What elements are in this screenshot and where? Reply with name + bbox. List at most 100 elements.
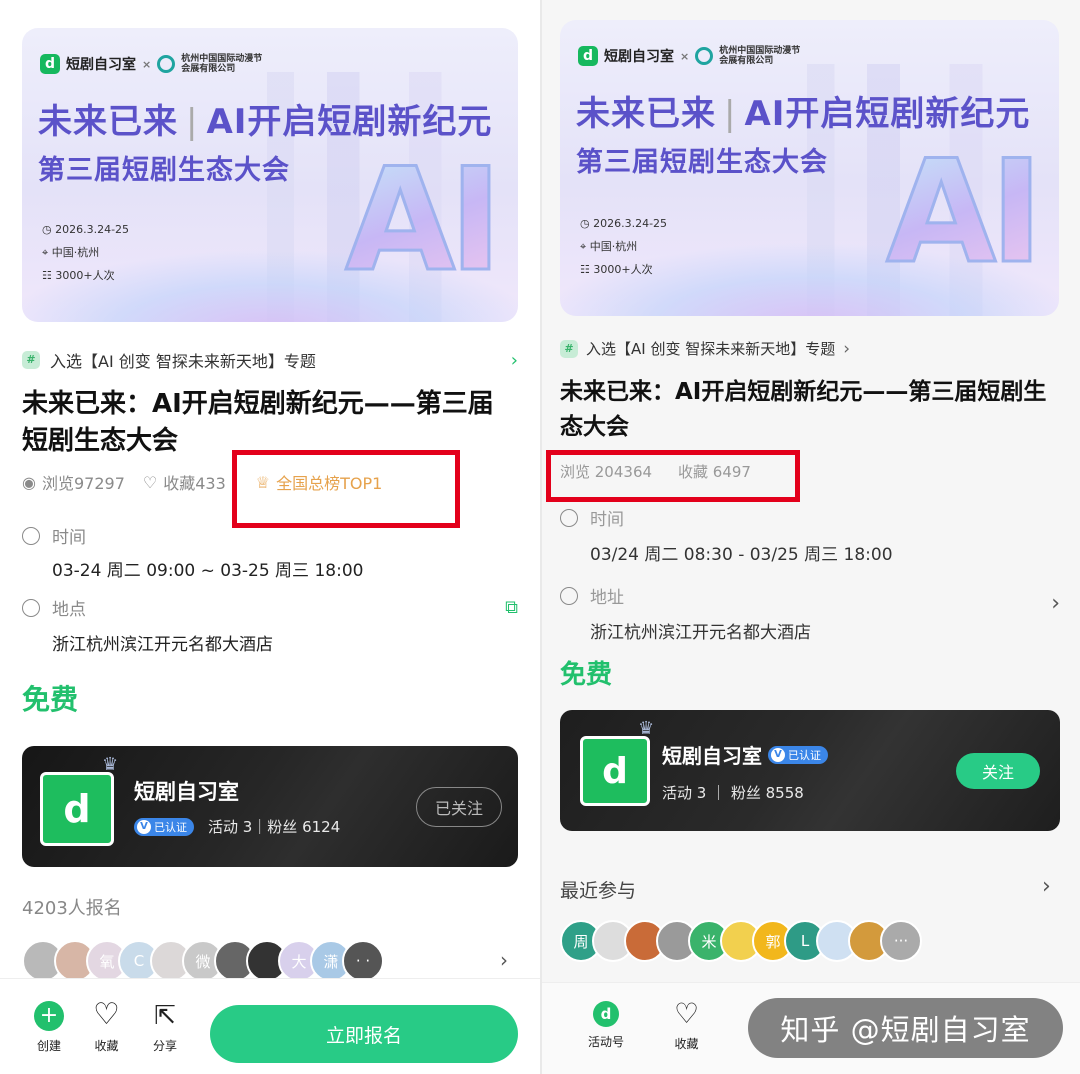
organizer-stats-row: V 已认证 活动 3｜粉丝 6124 xyxy=(134,816,340,837)
avatar[interactable]: ··· xyxy=(880,920,922,962)
heart-outline-icon: ♡ xyxy=(674,997,700,1030)
favorite-button[interactable]: ♡ 收藏 xyxy=(674,999,699,1052)
partner-logo-icon xyxy=(695,47,714,65)
address-value: 浙江杭州滨江开元名都大酒店 xyxy=(590,623,811,643)
verified-check-icon: V xyxy=(137,819,151,834)
favorite-button[interactable]: ♡ 收藏 xyxy=(93,999,120,1054)
chevron-right-icon: › xyxy=(1051,591,1060,616)
chevron-right-icon[interactable]: › xyxy=(500,948,508,972)
share-icon: ⇱ xyxy=(154,1001,176,1031)
crown-icon: ♛ xyxy=(102,754,119,775)
signup-count: 4203人报名 xyxy=(22,898,122,919)
people-icon: ☷ xyxy=(580,263,590,276)
banner-ai-3d-text: AI xyxy=(344,138,504,303)
create-label: 创建 xyxy=(36,1039,61,1053)
brand-logo-text: 短剧自习室 xyxy=(66,57,136,73)
highlight-box xyxy=(232,450,460,528)
left-screenshot: d 短剧自习室 × 杭州中国国际动漫节 会展有限公司 未来已来 | AI开启短剧新纪元… xyxy=(0,0,540,1074)
topic-link[interactable]: # 入选【AI 创变 智探未来新天地】专题 › xyxy=(22,348,518,372)
topic-text: 入选【AI 创变 智探未来新天地】专题 xyxy=(50,352,316,371)
share-button[interactable]: ⇱ 分享 xyxy=(153,1001,177,1054)
participant-avatars[interactable]: 周米郭 L ··· xyxy=(560,920,922,962)
clock-icon xyxy=(560,508,578,527)
plus-circle-icon: + xyxy=(34,1001,64,1031)
topic-icon: # xyxy=(560,339,578,358)
time-value: 03-24 周二 09:00 ~ 03-25 周三 18:00 xyxy=(52,561,364,581)
cross-mark: × xyxy=(680,49,690,63)
event-banner[interactable]: d 短剧自习室 × 杭州中国国际动漫节 会展有限公司 未来已来 | AI开启短剧新纪元… xyxy=(560,20,1059,316)
chevron-right-icon[interactable]: › xyxy=(1042,874,1051,899)
topic-text: 入选【AI 创变 智探未来新天地】专题 xyxy=(586,340,836,358)
zhihu-watermark: 知乎 @短剧自习室 xyxy=(748,998,1063,1058)
address-section[interactable]: 地址 浙江杭州滨江开元名都大酒店 › xyxy=(560,583,1060,643)
clock-icon: ◷ xyxy=(580,217,590,230)
location-pin-icon xyxy=(22,598,40,617)
time-value: 03/24 周二 08:30 - 03/25 周三 18:00 xyxy=(590,545,893,565)
organizer-card[interactable]: d ♛ 短剧自习室 V 已认证 活动 3 ｜ 粉丝 8558 关注 xyxy=(560,710,1060,831)
time-section: 时间 03-24 周二 09:00 ~ 03-25 周三 18:00 xyxy=(22,523,363,581)
eye-icon: ◉ xyxy=(22,472,36,492)
organizer-stats: 活动 3 ｜ 粉丝 8558 xyxy=(662,784,804,802)
attendee-avatars[interactable]: 氧 C 微大潇 · · xyxy=(22,940,384,982)
banner-ai-3d-text: AI xyxy=(885,130,1045,295)
recent-participants-label: 最近参与 xyxy=(560,880,637,902)
time-label: 时间 xyxy=(590,510,624,530)
time-section: 时间 03/24 周二 08:30 - 03/25 周三 18:00 xyxy=(560,505,893,565)
organizer-card[interactable]: d ♛ 短剧自习室 V 已认证 活动 3｜粉丝 6124 已关注 xyxy=(22,746,518,867)
cross-mark: × xyxy=(142,57,152,71)
crown-icon: ♛ xyxy=(638,718,655,739)
partner-name: 杭州中国国际动漫节 会展有限公司 xyxy=(181,54,263,74)
partner-logo-icon xyxy=(157,55,176,73)
topic-link[interactable]: # 入选【AI 创变 智探未来新天地】专题 › xyxy=(560,338,850,359)
pin-icon: ⌖ xyxy=(580,240,587,253)
follow-button[interactable]: 关注 xyxy=(956,753,1040,789)
chevron-right-icon: › xyxy=(843,338,851,359)
banner-title: 未来已来 | AI开启短剧新纪元 xyxy=(576,94,1031,134)
share-label: 分享 xyxy=(153,1039,178,1053)
clock-icon: ◷ xyxy=(42,223,52,236)
activity-logo-icon: d xyxy=(593,1001,619,1027)
topic-icon: # xyxy=(22,351,40,369)
highlight-box xyxy=(546,450,800,502)
banner-info: ◷ 2026.3.24-25 ⌖ 中国·杭州 ☷ 3000+人次 xyxy=(580,217,668,276)
place-value: 浙江杭州滨江开元名都大酒店 xyxy=(52,635,273,655)
place-section[interactable]: 地点 浙江杭州滨江开元名都大酒店 ⧉ xyxy=(22,595,518,655)
favorite-label: 收藏 xyxy=(94,1039,119,1053)
banner-logos: d 短剧自习室 × 杭州中国国际动漫节 会展有限公司 xyxy=(578,46,800,66)
activity-account-label: 活动号 xyxy=(588,1035,625,1049)
right-screenshot: d 短剧自习室 × 杭州中国国际动漫节 会展有限公司 未来已来 | AI开启短剧新纪元… xyxy=(542,0,1080,1074)
organizer-logo: d xyxy=(580,736,650,806)
banner-subtitle: 第三届短剧生态大会 xyxy=(38,155,290,186)
organizer-name: 短剧自习室 xyxy=(134,780,239,804)
banner-info: ◷ 2026.3.24-25 ⌖ 中国·杭州 ☷ 3000+人次 xyxy=(42,223,130,282)
price-label: 免费 xyxy=(22,683,79,716)
heart-outline-icon: ♡ xyxy=(93,997,120,1032)
clock-icon xyxy=(22,526,40,545)
verified-badge: V 已认证 xyxy=(768,745,828,764)
place-label: 地点 xyxy=(52,600,86,620)
banner-subtitle: 第三届短剧生态大会 xyxy=(576,147,828,178)
people-icon: ☷ xyxy=(42,269,52,282)
register-button[interactable]: 立即报名 xyxy=(210,1005,518,1063)
partner-name: 杭州中国国际动漫节 会展有限公司 xyxy=(719,46,801,66)
address-label: 地址 xyxy=(590,588,624,608)
organizer-name-row: 短剧自习室 V 已认证 xyxy=(662,740,828,769)
copy-icon[interactable]: ⧉ xyxy=(505,597,518,618)
avatar[interactable]: · · xyxy=(342,940,384,982)
bottom-action-bar: + 创建 ♡ 收藏 ⇱ 分享 立即报名 xyxy=(0,978,540,1074)
pin-icon: ⌖ xyxy=(42,246,49,259)
organizer-logo: d xyxy=(40,772,114,846)
price-label: 免费 xyxy=(560,660,613,690)
followed-button[interactable]: 已关注 xyxy=(416,787,502,827)
time-label: 时间 xyxy=(52,528,86,548)
favorites-count: 收藏433 xyxy=(163,474,226,493)
brand-logo-icon: d xyxy=(578,46,598,66)
location-pin-icon xyxy=(560,586,578,605)
event-title: 未来已来：AI开启短剧新纪元——第三届短剧生态大会 xyxy=(22,389,494,456)
brand-logo-text: 短剧自习室 xyxy=(604,49,674,65)
brand-logo-icon: d xyxy=(40,54,60,74)
event-banner[interactable]: d 短剧自习室 × 杭州中国国际动漫节 会展有限公司 未来已来 | AI开启短剧新纪元… xyxy=(22,28,518,322)
create-button[interactable]: + 创建 xyxy=(34,1001,64,1054)
activity-account-button[interactable]: d 活动号 xyxy=(588,1001,624,1050)
verified-check-icon: V xyxy=(771,747,785,762)
